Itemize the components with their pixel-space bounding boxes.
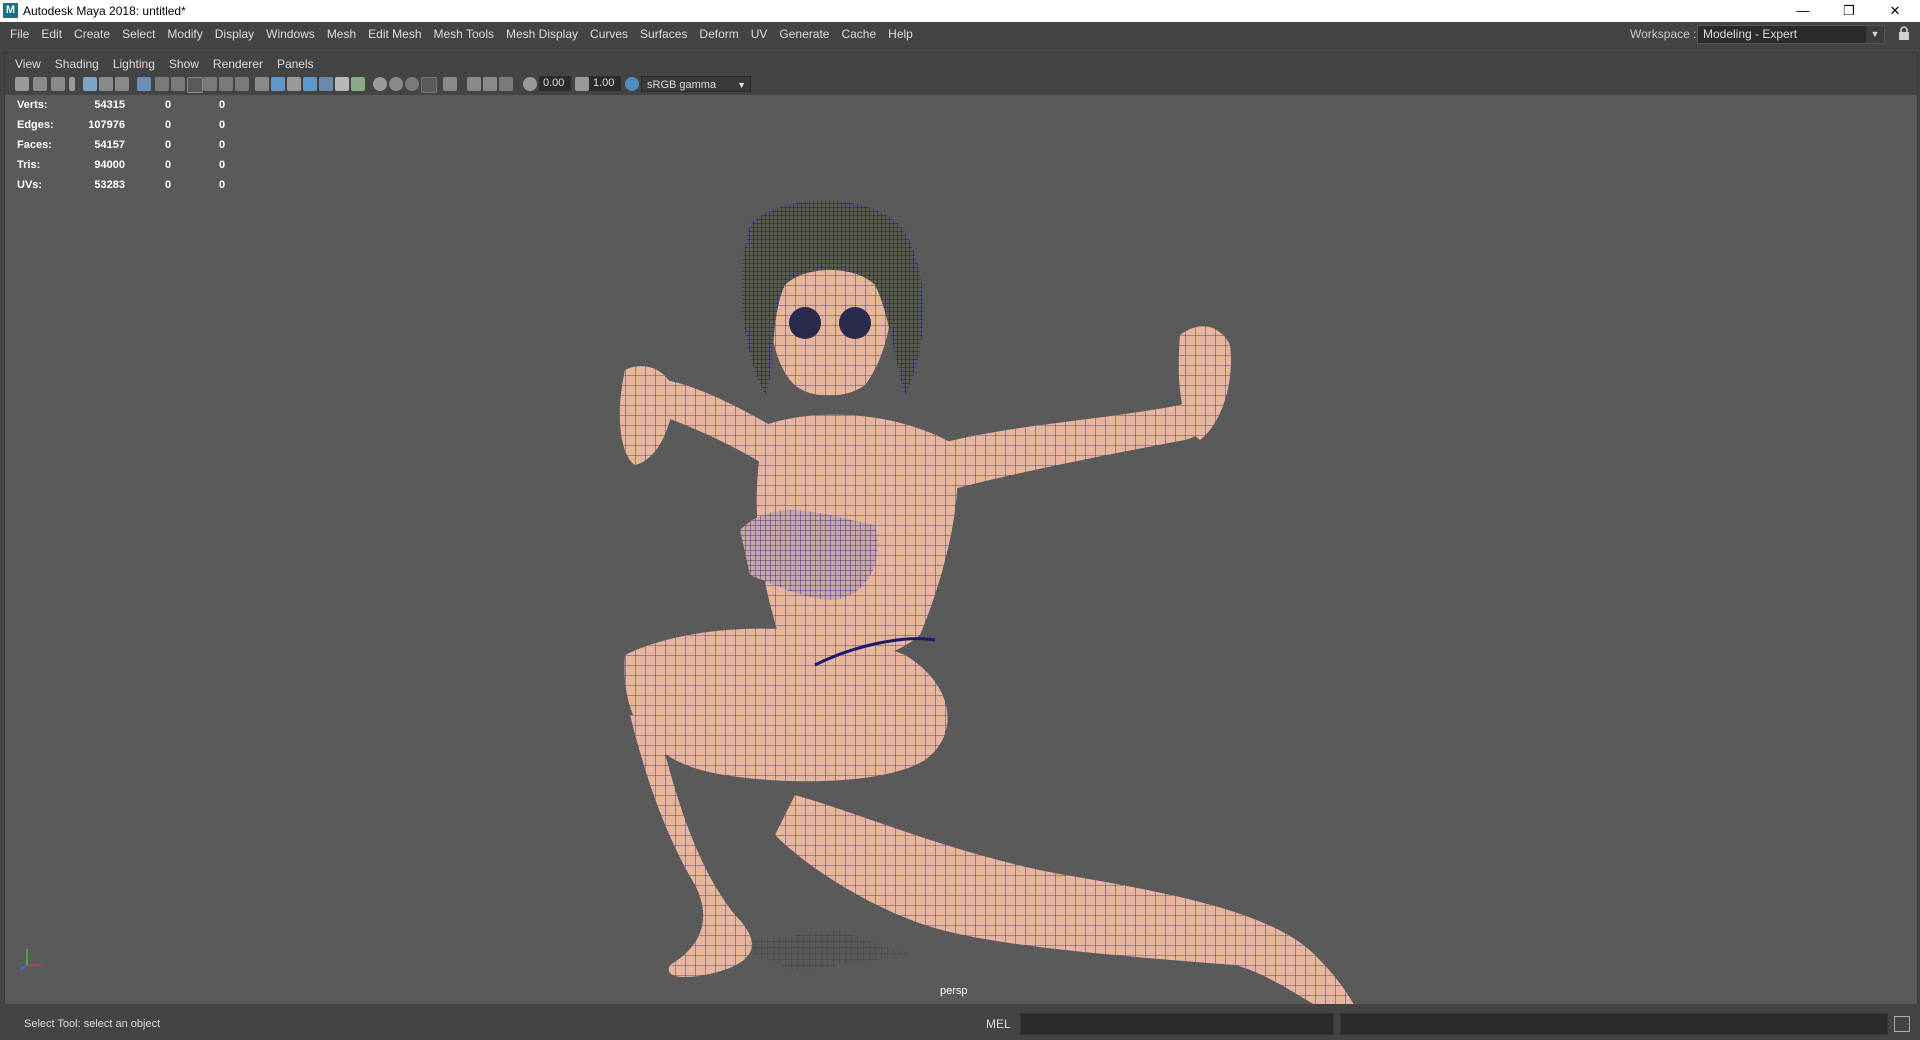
menu-cache[interactable]: Cache bbox=[835, 23, 882, 45]
exposure-icon[interactable] bbox=[523, 77, 537, 91]
workspace-value: Modeling - Expert bbox=[1703, 27, 1798, 41]
view-transform-value: sRGB gamma bbox=[647, 79, 717, 91]
close-button[interactable]: ✕ bbox=[1872, 0, 1918, 22]
panel-menu-view[interactable]: View bbox=[8, 54, 48, 74]
chevron-down-icon: ▼ bbox=[1866, 26, 1884, 43]
anti-aliasing-icon[interactable] bbox=[405, 77, 419, 91]
gamma-field[interactable]: 1.00 bbox=[589, 76, 621, 91]
minimize-button[interactable]: — bbox=[1780, 0, 1826, 22]
panel-toolbar: 0.00 1.00 sRGB gamma ▼ bbox=[5, 73, 1917, 95]
menu-surfaces[interactable]: Surfaces bbox=[634, 23, 693, 45]
title-bar: M Autodesk Maya 2018: untitled* — ❐ ✕ bbox=[0, 0, 1920, 22]
workspace-label: Workspace : bbox=[1630, 27, 1697, 41]
command-line-input[interactable] bbox=[1020, 1013, 1334, 1035]
grid-icon[interactable] bbox=[137, 77, 151, 91]
wireframe-on-shaded-icon[interactable] bbox=[303, 77, 317, 91]
viewport-panel: View Shading Lighting Show Renderer Panels bbox=[4, 52, 1918, 1006]
menu-file[interactable]: File bbox=[4, 23, 35, 45]
wireframe-icon[interactable] bbox=[255, 77, 269, 91]
menu-select[interactable]: Select bbox=[116, 23, 161, 45]
menu-windows[interactable]: Windows bbox=[260, 23, 321, 45]
right-eye bbox=[839, 307, 871, 339]
film-gate-icon[interactable] bbox=[155, 77, 169, 91]
panel-menu-bar: View Shading Lighting Show Renderer Panels bbox=[5, 53, 1917, 73]
camera-name-label: persp bbox=[940, 985, 968, 997]
camera-select-icon[interactable] bbox=[15, 77, 29, 91]
menu-curves[interactable]: Curves bbox=[584, 23, 634, 45]
bra bbox=[740, 510, 878, 600]
2d-pan-zoom-icon[interactable] bbox=[99, 77, 113, 91]
menu-mesh-tools[interactable]: Mesh Tools bbox=[428, 23, 500, 45]
gate-mask-icon[interactable] bbox=[187, 77, 203, 93]
left-eye bbox=[789, 307, 821, 339]
maya-logo-icon: M bbox=[3, 3, 18, 18]
chevron-down-icon: ▼ bbox=[737, 80, 746, 90]
field-chart-icon[interactable] bbox=[203, 77, 217, 91]
menu-mesh[interactable]: Mesh bbox=[321, 23, 362, 45]
lights-icon[interactable] bbox=[335, 77, 349, 91]
panel-menu-panels[interactable]: Panels bbox=[270, 54, 321, 74]
resolution-gate-icon[interactable] bbox=[171, 77, 185, 91]
isolate-select-icon[interactable] bbox=[443, 77, 457, 91]
color-management-icon[interactable] bbox=[625, 77, 639, 91]
backface-culling-icon[interactable] bbox=[499, 77, 513, 91]
panel-menu-show[interactable]: Show bbox=[162, 54, 206, 74]
menu-generate[interactable]: Generate bbox=[773, 23, 835, 45]
xray-icon[interactable] bbox=[319, 77, 333, 91]
main-menu-bar: File Edit Create Select Modify Display Windows… bbox=[0, 22, 1920, 46]
menu-edit[interactable]: Edit bbox=[35, 23, 68, 45]
menu-modify[interactable]: Modify bbox=[161, 23, 208, 45]
restore-button[interactable]: ❐ bbox=[1826, 0, 1872, 22]
xray-active-icon[interactable] bbox=[483, 77, 497, 91]
axis-gizmo-icon bbox=[19, 949, 41, 971]
help-line: Select Tool: select an object bbox=[24, 1018, 161, 1030]
menu-display[interactable]: Display bbox=[209, 23, 260, 45]
back-leg bbox=[775, 795, 1355, 1005]
menu-edit-mesh[interactable]: Edit Mesh bbox=[362, 23, 427, 45]
workspace-select[interactable]: Modeling - Expert ▼ bbox=[1697, 25, 1885, 44]
exposure-field[interactable]: 0.00 bbox=[539, 76, 571, 91]
left-hand bbox=[619, 366, 675, 465]
view-transform-select[interactable]: sRGB gamma ▼ bbox=[641, 76, 751, 92]
shadows-icon[interactable] bbox=[351, 77, 365, 91]
menu-uv[interactable]: UV bbox=[745, 23, 774, 45]
menu-mesh-display[interactable]: Mesh Display bbox=[500, 23, 584, 45]
xray-joints-icon[interactable] bbox=[467, 77, 481, 91]
grease-pencil-icon[interactable] bbox=[83, 77, 97, 91]
character-mesh[interactable] bbox=[5, 95, 1917, 1005]
menu-deform[interactable]: Deform bbox=[693, 23, 744, 45]
status-bar: Select Tool: select an object MEL bbox=[0, 1004, 1920, 1040]
script-editor-icon[interactable] bbox=[1894, 1016, 1910, 1032]
mel-toggle-button[interactable]: MEL bbox=[986, 1017, 1011, 1031]
image-plane-icon[interactable] bbox=[69, 77, 75, 91]
panel-menu-lighting[interactable]: Lighting bbox=[106, 54, 162, 74]
safe-title-icon[interactable] bbox=[235, 77, 249, 91]
panel-menu-shading[interactable]: Shading bbox=[48, 54, 106, 74]
panel-menu-renderer[interactable]: Renderer bbox=[206, 54, 270, 74]
pencil-icon[interactable] bbox=[115, 77, 129, 91]
right-arm bbox=[935, 393, 1225, 490]
smooth-shade-icon[interactable] bbox=[271, 77, 285, 91]
camera-attributes-icon[interactable] bbox=[33, 77, 47, 91]
gamma-icon[interactable] bbox=[575, 77, 589, 91]
bookmarks-icon[interactable] bbox=[51, 77, 65, 91]
depth-of-field-icon[interactable] bbox=[421, 77, 437, 93]
viewport-persp[interactable]: Verts: 54315 0 0 Edges: 107976 0 0 Faces… bbox=[5, 95, 1917, 1005]
menu-help[interactable]: Help bbox=[882, 23, 919, 45]
lock-icon[interactable] bbox=[1898, 26, 1910, 40]
menu-create[interactable]: Create bbox=[68, 23, 116, 45]
ground-grid bbox=[730, 930, 910, 971]
ambient-occlusion-icon[interactable] bbox=[373, 77, 387, 91]
safe-action-icon[interactable] bbox=[219, 77, 233, 91]
motion-blur-icon[interactable] bbox=[389, 77, 403, 91]
command-result-field bbox=[1340, 1013, 1888, 1035]
window-title: Autodesk Maya 2018: untitled* bbox=[23, 4, 186, 18]
default-material-icon[interactable] bbox=[287, 77, 301, 91]
